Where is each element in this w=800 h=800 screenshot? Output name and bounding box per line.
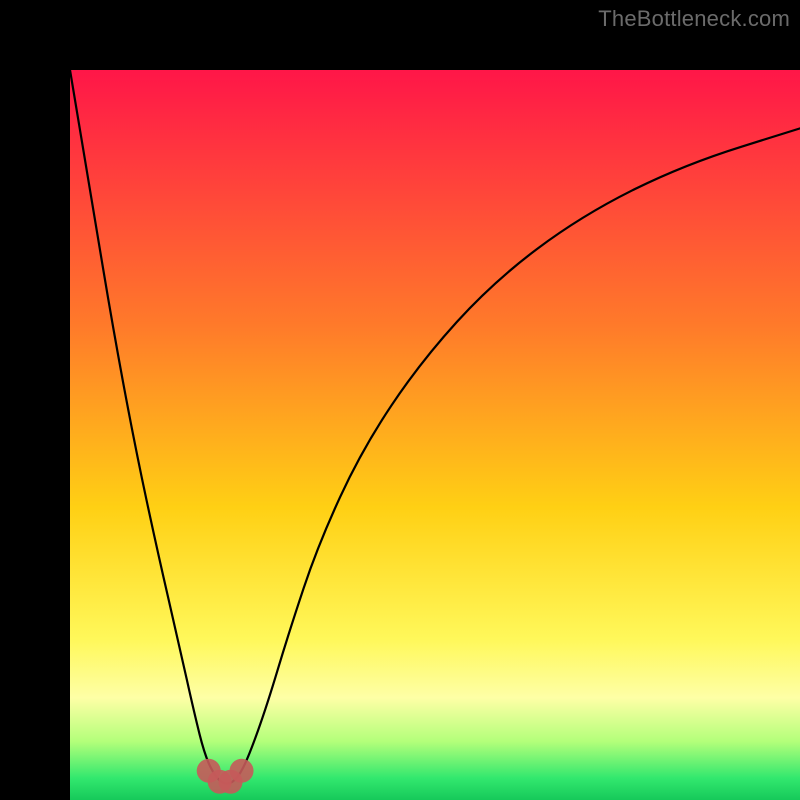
chart-plot-area (70, 70, 800, 800)
chart-frame (0, 0, 800, 800)
bottleneck-chart (70, 70, 800, 800)
valley-marker-point (230, 759, 254, 783)
watermark-text: TheBottleneck.com (598, 6, 790, 32)
gradient-background (70, 70, 800, 800)
